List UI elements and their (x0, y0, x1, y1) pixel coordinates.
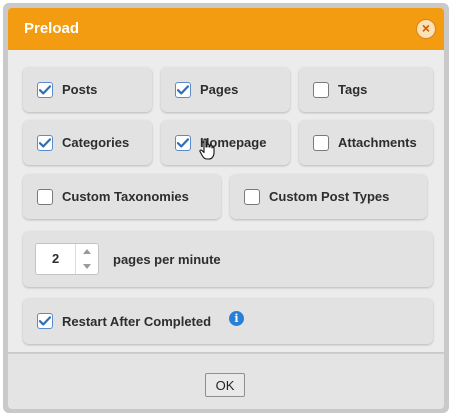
option-attachments[interactable]: Attachments (299, 120, 433, 165)
option-homepage[interactable]: Homepage (161, 120, 290, 165)
option-label: Posts (62, 82, 98, 97)
title-bar: Preload × (8, 8, 444, 50)
homepage-checkbox[interactable] (175, 134, 191, 151)
preload-dialog: Preload × Posts Pages Tags Categories Ho… (3, 3, 449, 413)
stepper-value: 2 (52, 251, 60, 266)
option-custom-post-types[interactable]: Custom Post Types (230, 174, 427, 219)
categories-checkbox[interactable] (37, 134, 53, 151)
option-label: Restart After Completed (62, 313, 212, 329)
rate-row: 2 pages per minute (23, 231, 433, 287)
pages-per-minute-stepper[interactable]: 2 (35, 243, 99, 275)
dialog-body: Posts Pages Tags Categories Homepage Att… (8, 50, 444, 352)
custom-taxonomies-checkbox[interactable] (37, 188, 53, 205)
rate-label: pages per minute (113, 251, 221, 267)
option-restart-after-completed[interactable]: Restart After Completed (23, 298, 433, 344)
close-icon[interactable]: × (416, 19, 436, 39)
posts-checkbox[interactable] (37, 81, 53, 98)
attachments-checkbox[interactable] (313, 134, 329, 151)
decrement-icon[interactable] (76, 259, 98, 274)
option-tags[interactable]: Tags (299, 67, 433, 112)
option-label: Attachments (338, 135, 417, 150)
info-icon[interactable]: i (229, 311, 244, 326)
option-custom-taxonomies[interactable]: Custom Taxonomies (23, 174, 221, 219)
ok-button[interactable]: OK (205, 373, 245, 397)
option-label: Custom Taxonomies (62, 189, 189, 204)
dialog-title: Preload (24, 20, 80, 37)
increment-icon[interactable] (76, 244, 98, 259)
option-label: Tags (338, 82, 368, 97)
custom-post-types-checkbox[interactable] (244, 188, 260, 205)
tags-checkbox[interactable] (313, 81, 329, 98)
pages-checkbox[interactable] (175, 81, 191, 98)
stepper-buttons (75, 244, 98, 274)
option-label: Categories (62, 135, 130, 150)
option-categories[interactable]: Categories (23, 120, 152, 165)
hand-cursor-icon (199, 138, 215, 160)
restart-checkbox[interactable] (37, 313, 53, 329)
option-label: Pages (200, 82, 239, 97)
option-label: Custom Post Types (269, 189, 390, 204)
option-posts[interactable]: Posts (23, 67, 152, 112)
option-pages[interactable]: Pages (161, 67, 290, 112)
